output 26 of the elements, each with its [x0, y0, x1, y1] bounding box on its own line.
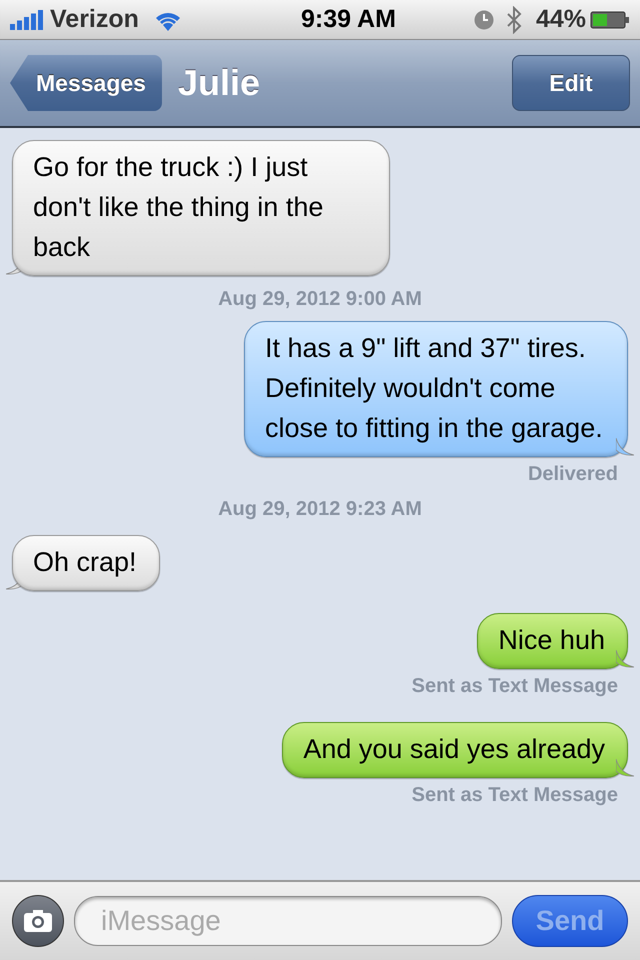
edit-button[interactable]: Edit	[512, 55, 630, 111]
camera-button[interactable]	[12, 895, 64, 947]
delivery-status: Delivered	[526, 463, 619, 486]
bubble-tail-icon	[616, 759, 634, 777]
battery-percent: 44%	[536, 5, 586, 34]
message-input[interactable]: iMessage	[74, 896, 502, 946]
contact-name: Julie	[178, 62, 262, 104]
message-bubble: It has a 9" lift and 37" tires. Definitely wouldn't come close to fitting in the garage.	[244, 321, 628, 457]
bubble-tail-icon	[616, 438, 634, 456]
battery-icon	[590, 10, 630, 30]
clock-icon	[474, 10, 494, 30]
delivery-status: Sent as Text Message	[410, 784, 619, 807]
message-bubble: Go for the truck :) I just don't like the thing in the back	[12, 140, 390, 276]
timestamp: Aug 29, 2012 9:00 AM	[217, 288, 423, 311]
timestamp: Aug 29, 2012 9:23 AM	[217, 498, 423, 521]
message-bubble: And you said yes already	[282, 722, 628, 778]
bubble-tail-icon	[616, 650, 634, 668]
bluetooth-icon	[506, 6, 522, 34]
carrier-name: Verizon	[50, 5, 139, 34]
delivery-status: Sent as Text Message	[410, 675, 619, 698]
message-bubble: Oh crap!	[12, 535, 160, 591]
back-button[interactable]: Messages	[10, 55, 162, 111]
message-bubble: Nice huh	[477, 613, 628, 669]
clock-time: 9:39 AM	[300, 5, 396, 34]
camera-icon	[23, 909, 53, 933]
signal-icon	[10, 10, 44, 30]
